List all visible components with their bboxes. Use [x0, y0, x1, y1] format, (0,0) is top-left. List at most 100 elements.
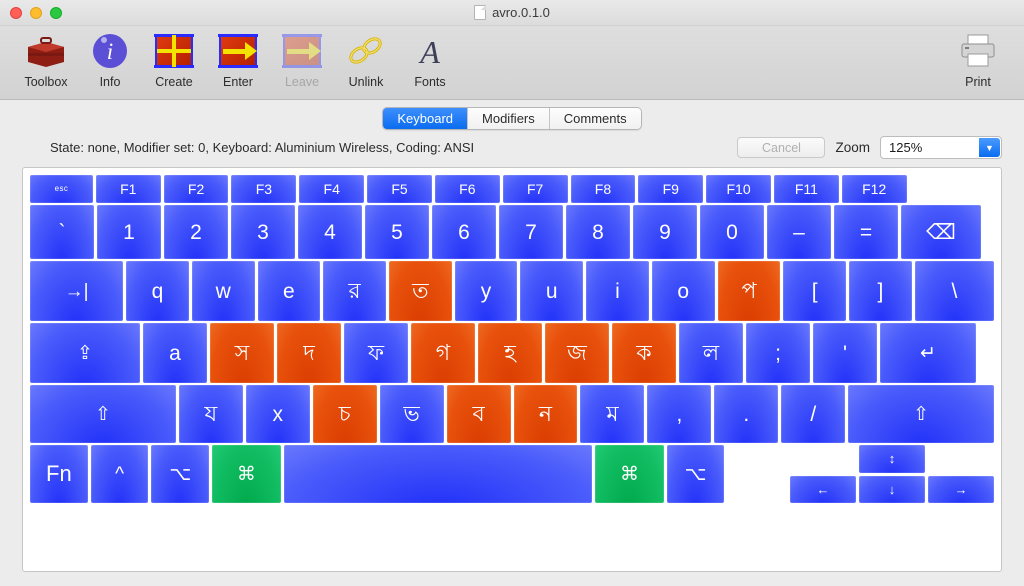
key-number-row-12[interactable]: = [834, 205, 898, 259]
key-number-row-1[interactable]: 1 [97, 205, 161, 259]
title-bar: avro.0.1.0 [0, 0, 1024, 26]
zoom-label: Zoom [835, 140, 870, 155]
space-key[interactable] [284, 445, 592, 503]
key-shift-row-5[interactable]: ব [447, 385, 511, 443]
key-modifier-row-0[interactable]: Fn [30, 445, 88, 503]
key-shift-row-3[interactable]: চ [313, 385, 377, 443]
key-function-row-12[interactable]: F12 [842, 175, 907, 203]
tab-keyboard[interactable]: Keyboard [383, 108, 468, 129]
key-tab-row-6[interactable]: y [455, 261, 518, 321]
arrow-up-row: ↕ [790, 445, 994, 473]
key-tab-row-0[interactable]: →| [30, 261, 123, 321]
key-number-row-5[interactable]: 5 [365, 205, 429, 259]
key-shift-row-10[interactable]: / [781, 385, 845, 443]
key-home-row-8[interactable]: ক [612, 323, 676, 383]
toolbar-item-unlink[interactable]: Unlink [334, 30, 398, 89]
key-function-row-6[interactable]: F6 [435, 175, 500, 203]
key-function-row-8[interactable]: F8 [571, 175, 636, 203]
key-modifier-row-2[interactable]: ⌥ [151, 445, 209, 503]
key-tab-row-13[interactable]: \ [915, 261, 994, 321]
key-number-row-8[interactable]: 8 [566, 205, 630, 259]
key-tab-row-11[interactable]: [ [783, 261, 846, 321]
keyboard-panel: escF1F2F3F4F5F6F7F8F9F10F11F12 `123456789… [22, 167, 1002, 572]
key-number-row-4[interactable]: 4 [298, 205, 362, 259]
key-modifier-row-1[interactable]: ^ [91, 445, 149, 503]
key-function-row-2[interactable]: F2 [164, 175, 229, 203]
key-function-row-0[interactable]: esc [30, 175, 93, 203]
key-home-row-2[interactable]: স [210, 323, 274, 383]
printer-icon [957, 30, 999, 72]
key-home-row-6[interactable]: হ [478, 323, 542, 383]
keyboard-filler [727, 445, 787, 503]
key-home-row-10[interactable]: ; [746, 323, 810, 383]
key-number-row-13[interactable]: ⌫ [901, 205, 981, 259]
key-modifier-row-6[interactable]: ⌥ [667, 445, 725, 503]
key-arrow-left[interactable]: ← [790, 476, 856, 504]
key-shift-row-9[interactable]: . [714, 385, 778, 443]
tab-comments[interactable]: Comments [550, 108, 641, 129]
key-modifier-row-3[interactable]: ⌘ [212, 445, 281, 503]
key-tab-row-7[interactable]: u [520, 261, 583, 321]
keyboard-rows: escF1F2F3F4F5F6F7F8F9F10F11F12 `123456789… [30, 175, 994, 503]
key-tab-row-9[interactable]: o [652, 261, 715, 321]
toolbar-item-enter[interactable]: Enter [206, 30, 270, 89]
zoom-select[interactable]: 125% ▼ [880, 136, 1002, 159]
key-modifier-row-5[interactable]: ⌘ [595, 445, 664, 503]
unlink-icon [346, 30, 386, 72]
key-home-row-4[interactable]: ফ [344, 323, 408, 383]
key-home-row-3[interactable]: দ [277, 323, 341, 383]
key-function-row-11[interactable]: F11 [774, 175, 839, 203]
key-shift-row-2[interactable]: x [246, 385, 310, 443]
key-number-row-7[interactable]: 7 [499, 205, 563, 259]
toolbar-item-create[interactable]: Create [142, 30, 206, 89]
key-function-row-10[interactable]: F10 [706, 175, 771, 203]
key-function-row-9[interactable]: F9 [638, 175, 703, 203]
key-tab-row-10[interactable]: প [718, 261, 781, 321]
key-home-row-7[interactable]: জ [545, 323, 609, 383]
key-function-row-4[interactable]: F4 [299, 175, 364, 203]
key-arrow-right[interactable]: → [928, 476, 994, 504]
key-number-row-2[interactable]: 2 [164, 205, 228, 259]
key-function-row-5[interactable]: F5 [367, 175, 432, 203]
key-number-row-0[interactable]: ` [30, 205, 94, 259]
key-tab-row-4[interactable]: র [323, 261, 386, 321]
key-number-row-11[interactable]: – [767, 205, 831, 259]
key-function-row-7[interactable]: F7 [503, 175, 568, 203]
key-home-row-12[interactable]: ↵ [880, 323, 976, 383]
key-tab-row-12[interactable]: ] [849, 261, 912, 321]
chevron-down-icon[interactable]: ▼ [979, 138, 1000, 157]
key-home-row-9[interactable]: ল [679, 323, 743, 383]
toolbar-item-info[interactable]: i Info [78, 30, 142, 89]
key-tab-row-3[interactable]: e [258, 261, 321, 321]
key-shift-row-7[interactable]: ম [580, 385, 644, 443]
toolbar-item-print[interactable]: Print [946, 30, 1010, 89]
key-shift-row-11[interactable]: ⇧ [848, 385, 994, 443]
toolbar: Toolbox i Info Create Enter [0, 26, 1024, 100]
key-tab-row-8[interactable]: i [586, 261, 649, 321]
tab-modifiers[interactable]: Modifiers [468, 108, 550, 129]
key-function-row-1[interactable]: F1 [96, 175, 161, 203]
key-shift-row-0[interactable]: ⇧ [30, 385, 176, 443]
key-arrow-up[interactable]: ↕ [859, 445, 925, 473]
enter-icon [219, 30, 257, 72]
key-home-row-5[interactable]: গ [411, 323, 475, 383]
key-number-row-10[interactable]: 0 [700, 205, 764, 259]
key-shift-row-8[interactable]: , [647, 385, 711, 443]
key-tab-row-5[interactable]: ত [389, 261, 452, 321]
toolbar-item-toolbox[interactable]: Toolbox [14, 30, 78, 89]
key-home-row-11[interactable]: ' [813, 323, 877, 383]
key-shift-row-1[interactable]: য [179, 385, 243, 443]
key-home-row-0[interactable]: ⇪ [30, 323, 140, 383]
status-text: State: none, Modifier set: 0, Keyboard: … [22, 140, 727, 155]
key-number-row-3[interactable]: 3 [231, 205, 295, 259]
key-home-row-1[interactable]: a [143, 323, 207, 383]
key-tab-row-1[interactable]: q [126, 261, 189, 321]
key-function-row-3[interactable]: F3 [231, 175, 296, 203]
key-shift-row-4[interactable]: ভ [380, 385, 444, 443]
key-number-row-9[interactable]: 9 [633, 205, 697, 259]
key-tab-row-2[interactable]: w [192, 261, 255, 321]
toolbar-item-fonts[interactable]: A Fonts [398, 30, 462, 89]
key-number-row-6[interactable]: 6 [432, 205, 496, 259]
key-shift-row-6[interactable]: ন [514, 385, 578, 443]
key-arrow-down[interactable]: ↓ [859, 476, 925, 504]
